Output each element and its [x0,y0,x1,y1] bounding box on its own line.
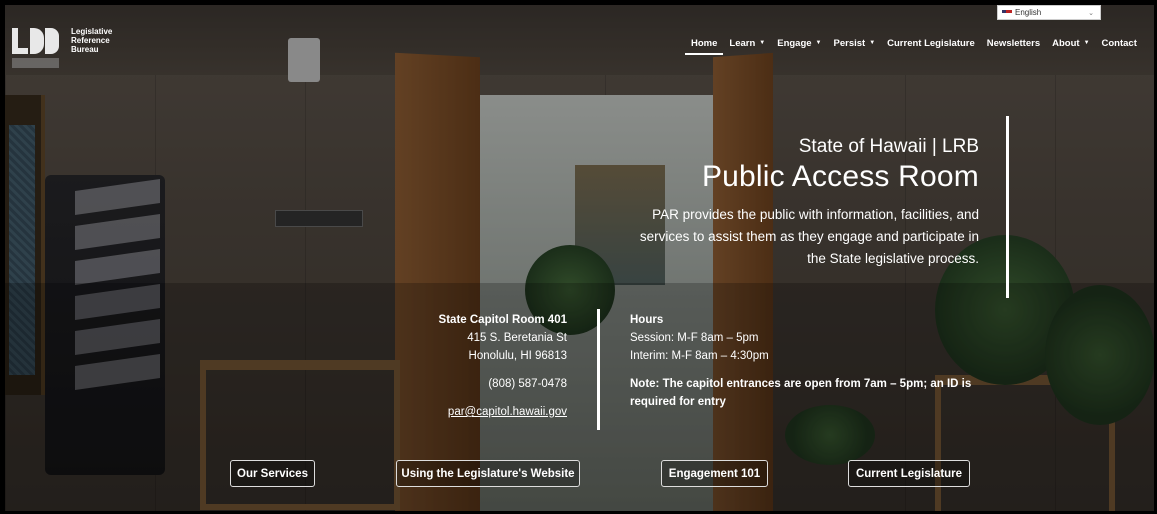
nav-item-contact[interactable]: Contact [1096,35,1143,51]
nav-label: Contact [1101,37,1137,49]
nav-label: Current Legislature [887,37,975,49]
nav-item-about[interactable]: About ▼ [1046,35,1095,51]
phone-number: (808) 587-0478 [488,378,567,390]
info-divider [597,309,600,430]
us-flag-icon [1002,9,1012,16]
our-services-button[interactable]: Our Services [230,460,315,487]
chevron-down-icon: ▼ [869,40,876,46]
nav-item-learn[interactable]: Learn ▼ [723,35,771,51]
current-legislature-button[interactable]: Current Legislature [848,460,970,487]
hero-desc-line: services to assist them as they engage a… [639,229,979,244]
hero-text: State of Hawaii | LRB Public Access Room… [579,136,979,270]
hero-desc-line: the State legislative process. [807,251,979,266]
interim-hours: Interim: M-F 8am – 4:30pm [630,350,769,362]
chevron-down-icon: ⌄ [1088,9,1094,17]
nav-label: Home [691,37,718,49]
logo-line: Bureau [71,44,99,54]
nav-label: About [1052,37,1080,49]
site-logo[interactable]: Legislative Reference Bureau [12,22,131,72]
chevron-down-icon: ▼ [815,40,822,46]
hours-block: Hours Session: M-F 8am – 5pm Interim: M-… [630,311,985,411]
language-selected: English [1015,8,1042,17]
lrb-logo-icon [12,22,62,72]
hero-description: PAR provides the public with information… [579,204,979,270]
nav-label: Learn [729,37,756,49]
chevron-down-icon: ▼ [759,40,766,46]
location-block: State Capitol Room 401 415 S. Beretania … [439,311,567,421]
nav-item-engage[interactable]: Engage ▼ [771,35,827,51]
hero-desc-line: PAR provides the public with information… [652,207,979,222]
email-link[interactable]: par@capitol.hawaii.gov [448,406,567,418]
hero-subtitle: State of Hawaii | LRB [798,136,979,157]
nav-label: Engage [777,37,812,49]
street-address: 415 S. Beretania St [467,332,567,344]
nav-label: Persist [833,37,866,49]
entrance-note-line: Note: The capitol entrances are open fro… [630,378,972,390]
nav-item-newsletters[interactable]: Newsletters [981,35,1046,51]
nav-item-current-legislature[interactable]: Current Legislature [881,35,981,51]
nav-label: Newsletters [986,37,1041,49]
nav-item-home[interactable]: Home [685,35,724,55]
logo-line: Legislative [71,26,113,36]
entrance-note-line: required for entry [630,396,726,408]
language-select[interactable]: English ⌄ [997,5,1101,20]
hero-divider [1006,116,1009,298]
logo-line: Reference [71,35,110,45]
logo-text: Legislative Reference Bureau [71,27,131,54]
hours-heading: Hours [630,314,664,326]
chevron-down-icon: ▼ [1083,40,1090,46]
legislature-website-button[interactable]: Using the Legislature's Website [396,460,580,487]
room-label: State Capitol Room 401 [438,314,567,326]
city-address: Honolulu, HI 96813 [468,350,567,362]
session-hours: Session: M-F 8am – 5pm [630,332,759,344]
page-title: Public Access Room [701,160,979,193]
nav-item-persist[interactable]: Persist ▼ [828,35,882,51]
main-nav: Home Learn ▼ Engage ▼ Persist ▼ Current Leg… [685,35,1143,55]
engagement-101-button[interactable]: Engagement 101 [661,460,768,487]
